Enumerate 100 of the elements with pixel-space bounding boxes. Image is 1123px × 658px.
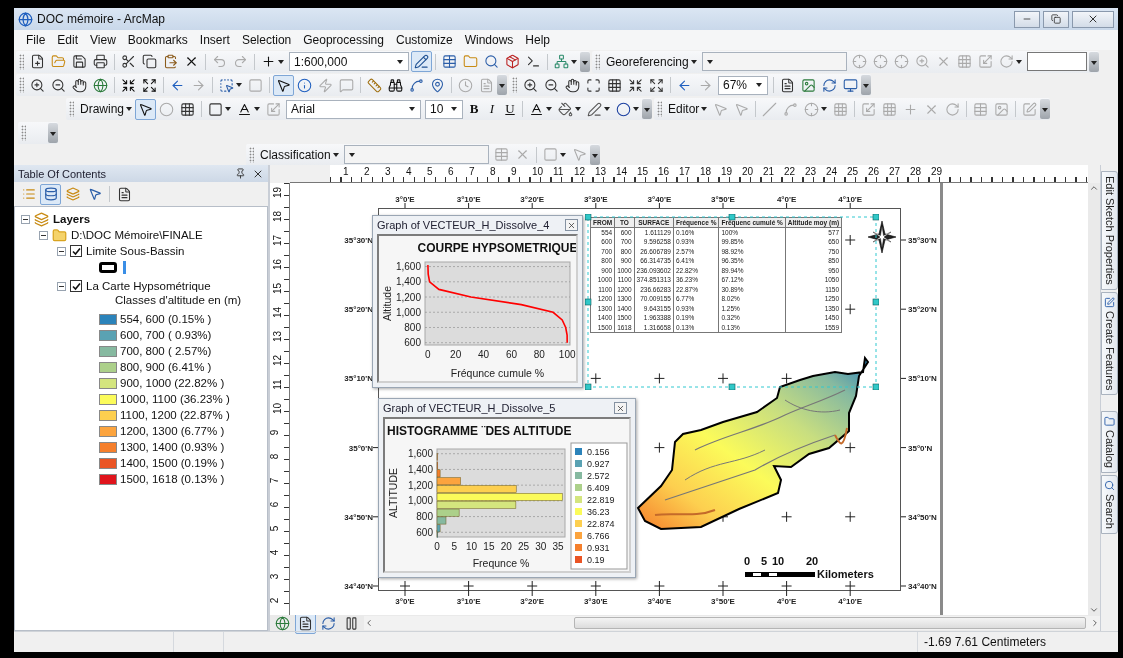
menu-item[interactable]: Help (519, 33, 557, 47)
ruler-number: 12 (574, 166, 586, 177)
georeferencing-menu[interactable]: Georeferencing (603, 51, 700, 72)
ruler-number: 18 (700, 166, 712, 177)
x-tick-label: 60 (505, 349, 517, 360)
scale-label: 5 (760, 555, 768, 567)
x-tick-label: 35 (552, 541, 564, 552)
x-tick-label: 80 (533, 349, 545, 360)
class-label: 1500, 1618 (0.13% ) (120, 473, 225, 485)
ruler-number: 11 (553, 166, 564, 177)
ruler-number: 15 (637, 166, 649, 177)
layer-name[interactable]: La Carte Hypsométrique (86, 280, 211, 292)
y-tick-label: 800 (404, 322, 421, 333)
longitude-label: 4°10'E (838, 194, 863, 204)
menu-item[interactable]: Windows (458, 33, 520, 47)
class-label: 800, 900 (6.41% ) (120, 361, 212, 373)
ruler-number: 22 (784, 166, 796, 177)
ruler-number: 10 (272, 402, 284, 415)
x-tick-label: 0 (425, 349, 431, 360)
ruler-number: 13 (272, 330, 284, 343)
ruler-number: 5 (269, 525, 281, 532)
latitude-label: 35°20'N (908, 304, 937, 314)
ruler-number: 19 (272, 186, 284, 199)
longitude-label: 3°0'E (395, 596, 415, 606)
longitude-label: 3°20'E (520, 596, 545, 606)
ruler-number: 8 (490, 166, 496, 177)
ruler-number: 29 (931, 166, 943, 177)
status-coordinates: -1.69 7.61 Centimeters (923, 635, 1048, 649)
ruler-number: 16 (658, 166, 670, 177)
zoom-combobox[interactable]: 67% (718, 75, 768, 95)
y-tick-label: 1,200 (407, 479, 433, 491)
y-axis-title: ALTITUDE (387, 468, 399, 518)
longitude-label: 3°50'E (711, 596, 735, 606)
y-tick-label: 600 (416, 526, 433, 538)
latitude-label: 35°10'N (908, 373, 937, 383)
font-size-combobox[interactable]: 10 (425, 99, 463, 119)
ruler-number: 12 (272, 354, 284, 367)
legend-label: 6.409 (587, 483, 610, 493)
ruler-number: 25 (847, 166, 859, 177)
longitude-label: 4°0'E (776, 596, 797, 606)
longitude-label: 3°40'E (647, 194, 672, 204)
menu-item[interactable]: Selection (235, 33, 298, 47)
ruler-number: 11 (271, 379, 283, 390)
legend-label: 2.572 (587, 471, 610, 481)
class-label: 1200, 1300 (6.77% ) (120, 425, 225, 437)
ruler-number: 19 (721, 166, 733, 177)
scale-label: 0 (743, 555, 751, 567)
longitude-label: 3°10'E (456, 596, 481, 606)
latitude-label: 34°40'N (908, 581, 937, 591)
x-axis-title: Fréqunce cumule % (450, 367, 545, 379)
latitude-label: 34°50'N (344, 512, 373, 522)
x-tick-label: 15 (483, 541, 495, 552)
side-panel-tab[interactable]: Edit Sketch Properties (1101, 171, 1118, 290)
ruler-number: 14 (272, 306, 284, 319)
longitude-label: 3°10'E (456, 194, 481, 204)
y-tick-label: 1,400 (395, 276, 421, 288)
x-tick-label: 20 (450, 349, 462, 360)
scale-label: 10 (771, 555, 785, 567)
latitude-label: 35°30'N (344, 235, 373, 245)
layer-name[interactable]: Limite Sous-Bassin (86, 245, 185, 257)
ruler-number: 27 (889, 166, 901, 177)
ruler-number: 16 (272, 258, 284, 271)
editor-menu[interactable]: Editor (665, 98, 711, 120)
ruler-number: 10 (532, 166, 544, 177)
ruler-number: 7 (269, 477, 281, 484)
graph-window-title: Graph of VECTEUR_H_Dissolve_4 (377, 219, 550, 231)
layer-name[interactable]: Layers (53, 213, 91, 225)
layer-name[interactable]: D:\DOC Mémoire\FINALE (71, 229, 203, 241)
menu-item[interactable]: Edit (51, 33, 85, 47)
menu-item[interactable]: Insert (193, 33, 236, 47)
legend-label: 22.819 (587, 495, 615, 505)
menu-item[interactable]: Geoprocessing (297, 33, 390, 47)
ruler-number: 13 (595, 166, 607, 177)
class-label: 554, 600 (0.15% ) (120, 313, 212, 325)
side-panel-tab[interactable]: Catalog (1101, 411, 1118, 474)
y-tick-label: 1,600 (395, 261, 421, 273)
italic-button[interactable]: I (483, 99, 501, 119)
ruler-number: 8 (269, 453, 281, 460)
latitude-label: 35°10'N (344, 373, 373, 383)
class-label: 600, 700 ( 0.93%) (120, 329, 212, 341)
ruler-number: 28 (910, 166, 922, 177)
longitude-label: 3°0'E (395, 194, 415, 204)
menu-item[interactable]: Customize (389, 33, 459, 47)
longitude-label: 3°20'E (520, 194, 545, 204)
bold-button[interactable]: B (465, 99, 483, 119)
menu-item[interactable]: View (84, 33, 122, 47)
panel-title: Table Of Contents (18, 167, 108, 180)
ruler-number: 18 (272, 210, 284, 223)
scale-combobox[interactable]: 1:600,000 (289, 52, 409, 71)
side-panel-tab[interactable]: Search (1101, 475, 1118, 535)
underline-button[interactable]: U (501, 99, 519, 119)
menu-item[interactable]: Bookmarks (121, 33, 194, 47)
y-tick-label: 800 (416, 511, 433, 523)
x-tick-label: 100 (558, 349, 576, 360)
font-combobox[interactable]: Arial (286, 99, 421, 119)
menu-item[interactable]: File (20, 33, 52, 47)
longitude-label: 3°50'E (711, 194, 735, 204)
side-panel-tab[interactable]: Create Features (1101, 291, 1118, 396)
legend-label: 6.766 (587, 531, 610, 541)
window-title: DOC mémoire - ArcMap (37, 12, 167, 26)
